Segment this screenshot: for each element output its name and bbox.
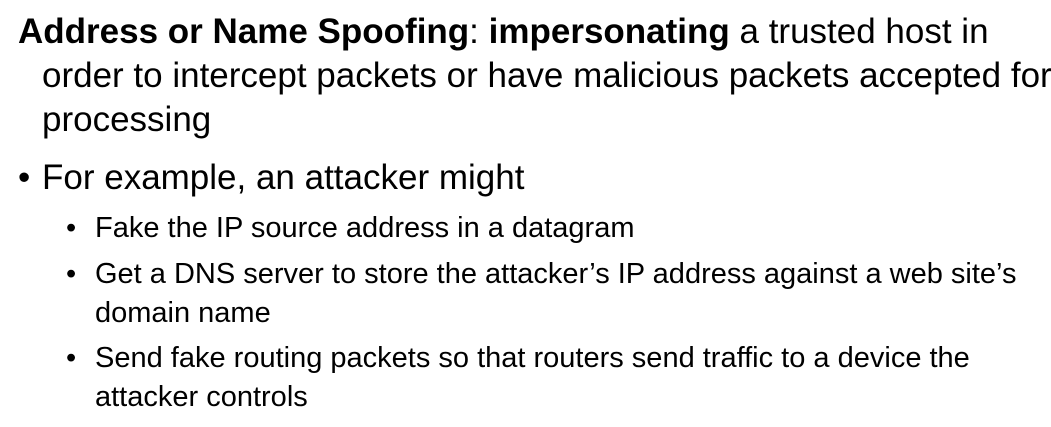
bullet-marker: • — [66, 212, 77, 244]
sub-bullet-text: Send fake routing packets so that router… — [95, 342, 970, 413]
definition-emphasis: impersonating — [488, 12, 730, 51]
bullet-marker: • — [66, 342, 77, 374]
definition-paragraph: Address or Name Spoofing: impersonating … — [18, 10, 1051, 142]
main-bullet-text: For example, an attacker might — [42, 158, 525, 197]
bullet-marker: • — [66, 258, 77, 290]
slide: Address or Name Spoofing: impersonating … — [0, 0, 1051, 427]
bullet-marker: • — [18, 158, 31, 197]
sub-bullet-text: Fake the IP source address in a datagram — [95, 212, 635, 244]
main-bullet: • For example, an attacker might — [18, 156, 1038, 200]
sub-bullet: • Fake the IP source address in a datagr… — [66, 209, 1036, 248]
defined-term: Address or Name Spoofing — [18, 12, 470, 51]
sub-bullet: • Get a DNS server to store the attacker… — [66, 255, 1036, 333]
term-colon: : — [469, 12, 479, 51]
sub-bullet: • Send fake routing packets so that rout… — [66, 339, 1036, 417]
sub-bullet-text: Get a DNS server to store the attacker’s… — [95, 258, 1017, 329]
